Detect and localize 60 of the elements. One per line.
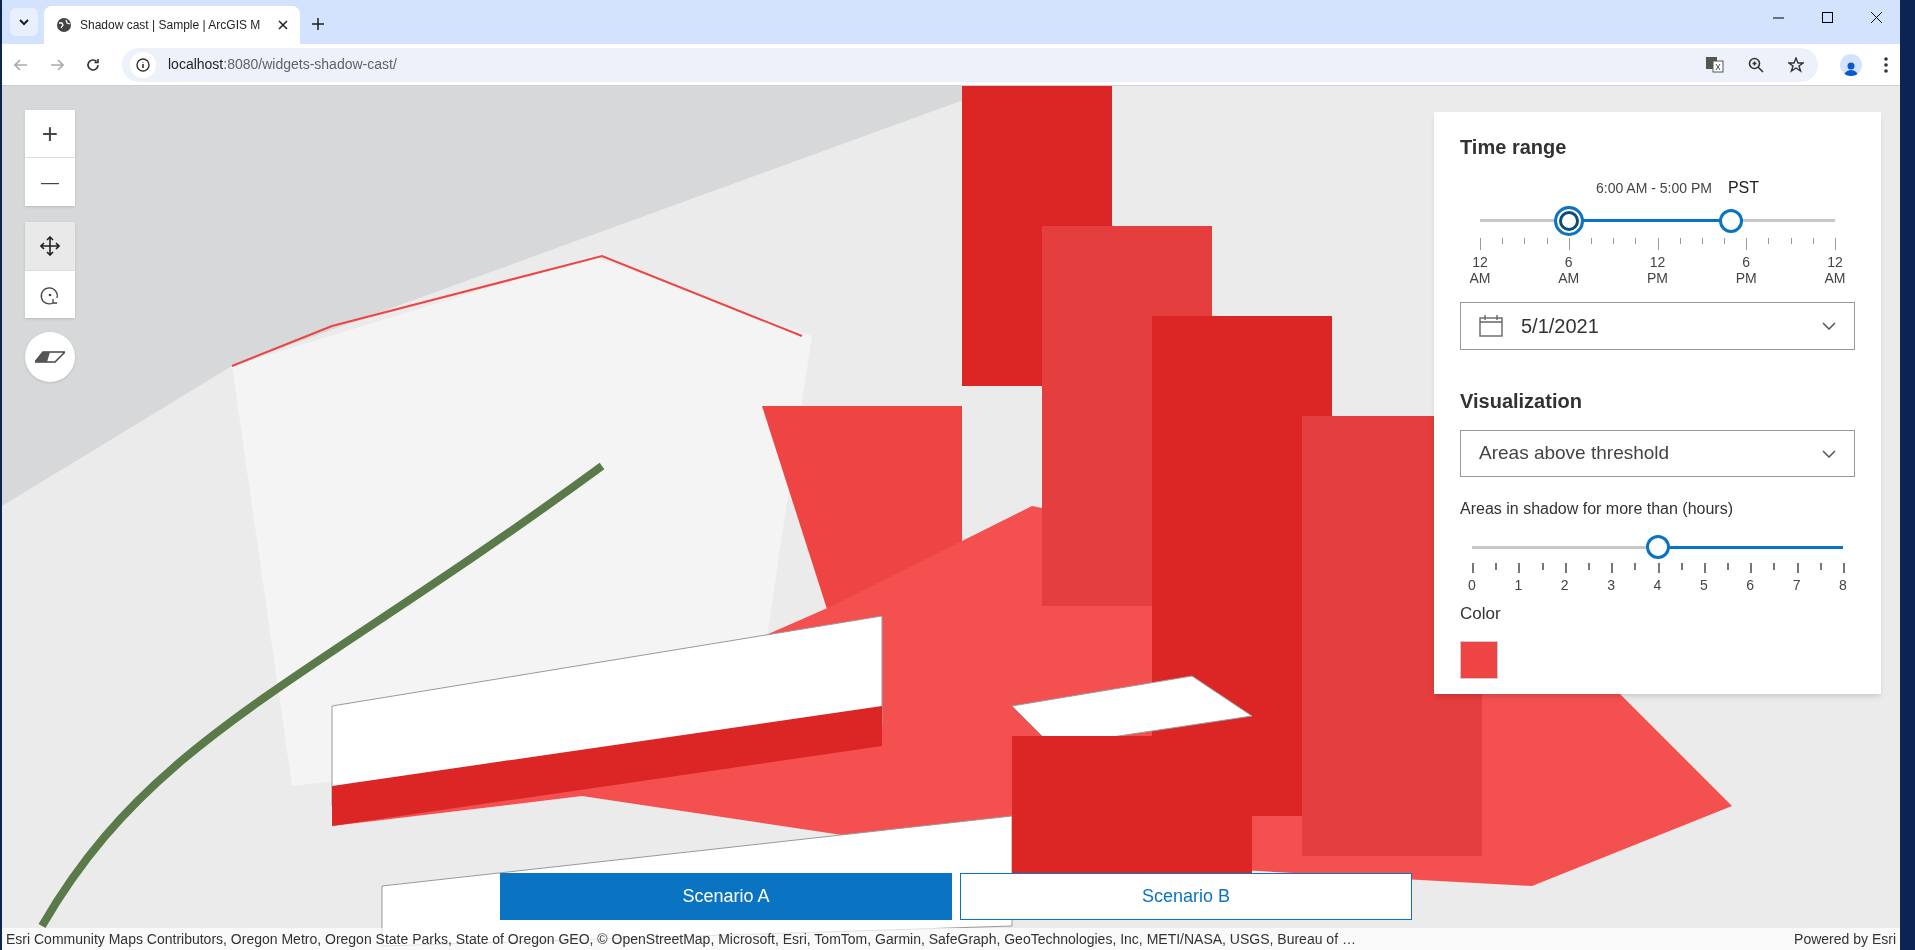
tick-label: 6 — [1741, 254, 1752, 270]
chevron-down-icon — [1822, 449, 1836, 458]
scenario-tab[interactable]: Scenario A — [500, 873, 952, 920]
section-title: Time range — [1460, 135, 1568, 160]
close-icon[interactable] — [1871, 12, 1882, 23]
reload-icon[interactable] — [86, 57, 100, 72]
url-text: localhost:8080/widgets-shadow-cast/ — [168, 55, 398, 74]
browser-tab[interactable]: Shadow cast | Sample | ArcGIS M — [44, 6, 300, 44]
color-label: Color — [1460, 603, 1502, 625]
tick-label: PM — [1647, 270, 1668, 286]
time-range-label: 6:00 AM - 5:00 PM — [1595, 179, 1712, 198]
slider-handle[interactable] — [1553, 206, 1584, 236]
tick-label: 2 — [1560, 576, 1569, 595]
tab-title: Shadow cast | Sample | ArcGIS M — [80, 17, 262, 34]
tick-label: 3 — [1607, 576, 1615, 595]
chevron-down-icon — [19, 18, 29, 26]
tick-label: AM — [1558, 270, 1580, 286]
star-icon[interactable] — [1788, 56, 1804, 73]
calendar-icon — [1479, 315, 1503, 337]
pan-mode-button[interactable] — [25, 222, 75, 270]
tick-label: 12 — [1648, 254, 1667, 270]
tick-label: PM — [1735, 270, 1757, 286]
tick-label: 12 — [1471, 254, 1489, 270]
tick-label: AM — [1824, 270, 1846, 286]
tick-label: 12 — [1826, 254, 1844, 270]
zoom-out-button[interactable]: — — [25, 158, 75, 206]
tick-label: 5 — [1700, 576, 1708, 595]
timezone-label: PST — [1727, 178, 1760, 198]
more-icon[interactable] — [1884, 56, 1888, 73]
close-icon[interactable] — [278, 20, 288, 30]
translate-icon[interactable] — [1706, 56, 1724, 73]
tick-label: 1 — [1514, 576, 1523, 595]
color-swatch[interactable] — [1460, 640, 1498, 679]
tick-label: 0 — [1468, 576, 1476, 595]
tab-search-button[interactable] — [10, 8, 38, 36]
profile-icon[interactable] — [1840, 53, 1862, 76]
zoom-in-button[interactable]: + — [25, 110, 75, 158]
rotate-mode-button[interactable] — [25, 270, 75, 318]
threshold-label: Areas in shadow for more than (hours) — [1460, 499, 1734, 519]
visualization-select[interactable]: Areas above threshold — [1460, 430, 1855, 477]
info-icon — [136, 57, 150, 72]
maximize-icon[interactable] — [1822, 12, 1833, 23]
move-icon — [40, 236, 60, 256]
section-title: Visualization — [1460, 389, 1583, 414]
scenario-tab[interactable]: Scenario B — [960, 873, 1412, 920]
new-tab-icon[interactable] — [312, 18, 324, 30]
attribution-text: Esri Community Maps Contributors, Oregon Metro, Oregon State Parks, State of Oregon GEO, © OpenStreetMap, Microsoft, Esri, TomTom, Garmin, SafeGraph, GeoTechnologies, Inc, METI/NASA, USGS, Bureau of … — [6, 929, 1356, 949]
tick-label: AM — [1469, 270, 1491, 286]
date-picker[interactable]: 5/1/2021 — [1460, 302, 1855, 350]
tick-label: 7 — [1792, 576, 1801, 595]
zoom-icon[interactable] — [1748, 56, 1764, 73]
tick-label: 6 — [1563, 254, 1574, 270]
chevron-down-icon — [1822, 322, 1836, 330]
tick-label: 4 — [1653, 576, 1662, 595]
slider-handle[interactable] — [1719, 209, 1744, 233]
slider-handle[interactable] — [1645, 535, 1670, 559]
address-bar[interactable]: localhost:8080/widgets-shadow-cast/ — [122, 47, 1818, 82]
tick-label: 8 — [1839, 576, 1847, 595]
tick-label: 6 — [1746, 576, 1755, 595]
powered-by-text: Powered by Esri — [1794, 929, 1896, 949]
